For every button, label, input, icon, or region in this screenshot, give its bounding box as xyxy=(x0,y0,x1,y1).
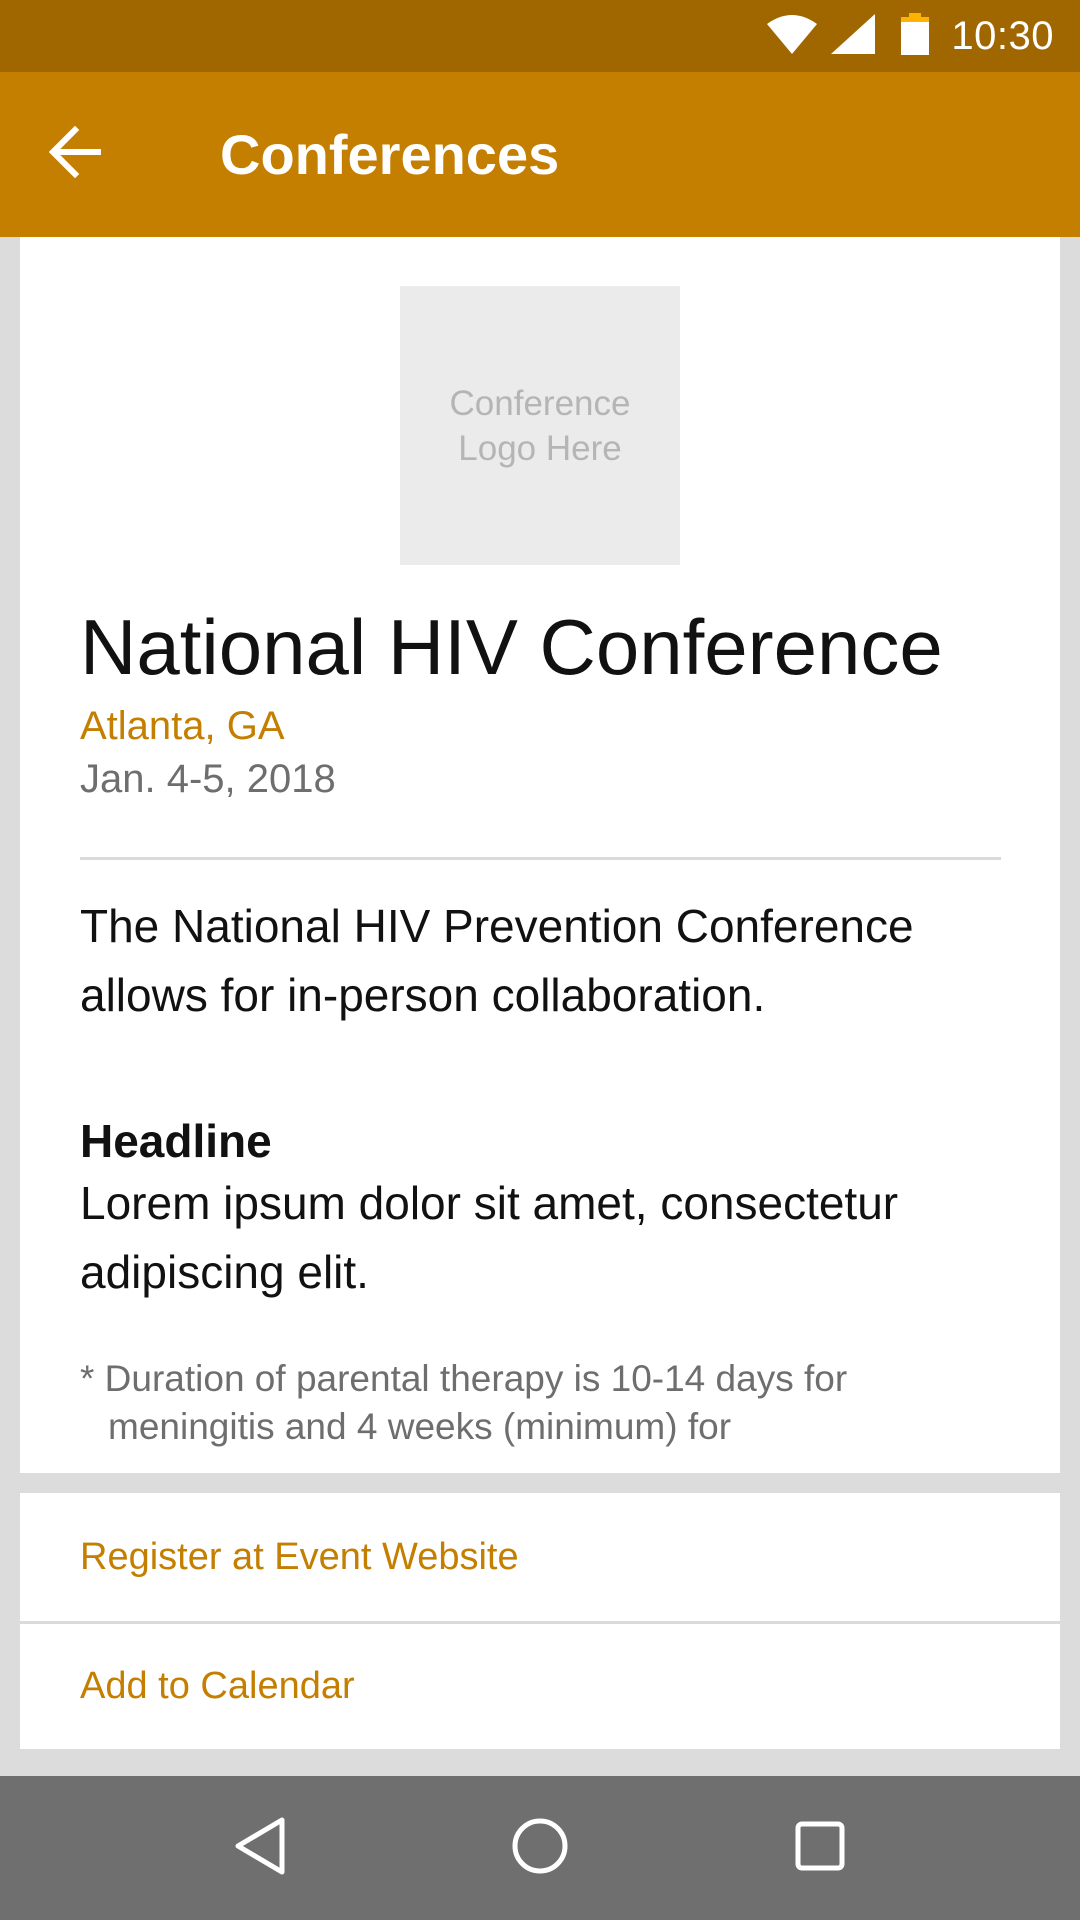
status-time: 10:30 xyxy=(951,13,1054,58)
conference-date: Jan. 4-5, 2018 xyxy=(80,757,336,801)
cell-signal-icon xyxy=(831,13,876,59)
nav-home-button[interactable] xyxy=(480,1788,600,1908)
recents-square-icon xyxy=(794,1820,846,1877)
back-button[interactable] xyxy=(0,72,150,237)
system-nav-bar xyxy=(0,1776,1080,1920)
action-list: Register at Event Website Add to Calenda… xyxy=(20,1493,1060,1749)
wifi-icon xyxy=(767,14,818,59)
app-bar: Conferences xyxy=(0,72,1080,237)
register-button[interactable]: Register at Event Website xyxy=(20,1493,1060,1621)
section-headline: Headline xyxy=(80,1115,272,1167)
screen: 10:30 Conferences Conference Logo Here N… xyxy=(0,0,1080,1920)
section-body: Lorem ipsum dolor sit amet, consectetur … xyxy=(80,1177,899,1298)
nav-back-button[interactable] xyxy=(200,1788,320,1908)
conference-description: The National HIV Prevention Conference a… xyxy=(80,900,914,1021)
status-bar: 10:30 xyxy=(0,0,1080,72)
add-to-calendar-button[interactable]: Add to Calendar xyxy=(20,1624,1060,1749)
page-title: Conferences xyxy=(220,123,560,186)
arrow-back-icon xyxy=(48,125,102,183)
home-circle-icon xyxy=(511,1817,569,1880)
logo-placeholder-text: Conference Logo Here xyxy=(449,383,631,468)
footnote: * Duration of parental therapy is 10-14 … xyxy=(80,1358,848,1447)
conference-logo-placeholder: Conference Logo Here xyxy=(400,286,680,565)
nav-recents-button[interactable] xyxy=(760,1788,880,1908)
conference-title: National HIV Conference xyxy=(80,603,943,691)
conference-location: Atlanta, GA xyxy=(80,704,285,748)
battery-icon xyxy=(901,12,930,60)
conference-card: Conference Logo Here National HIV Confer… xyxy=(20,237,1060,1473)
divider xyxy=(80,857,1001,860)
back-triangle-icon xyxy=(232,1816,288,1881)
